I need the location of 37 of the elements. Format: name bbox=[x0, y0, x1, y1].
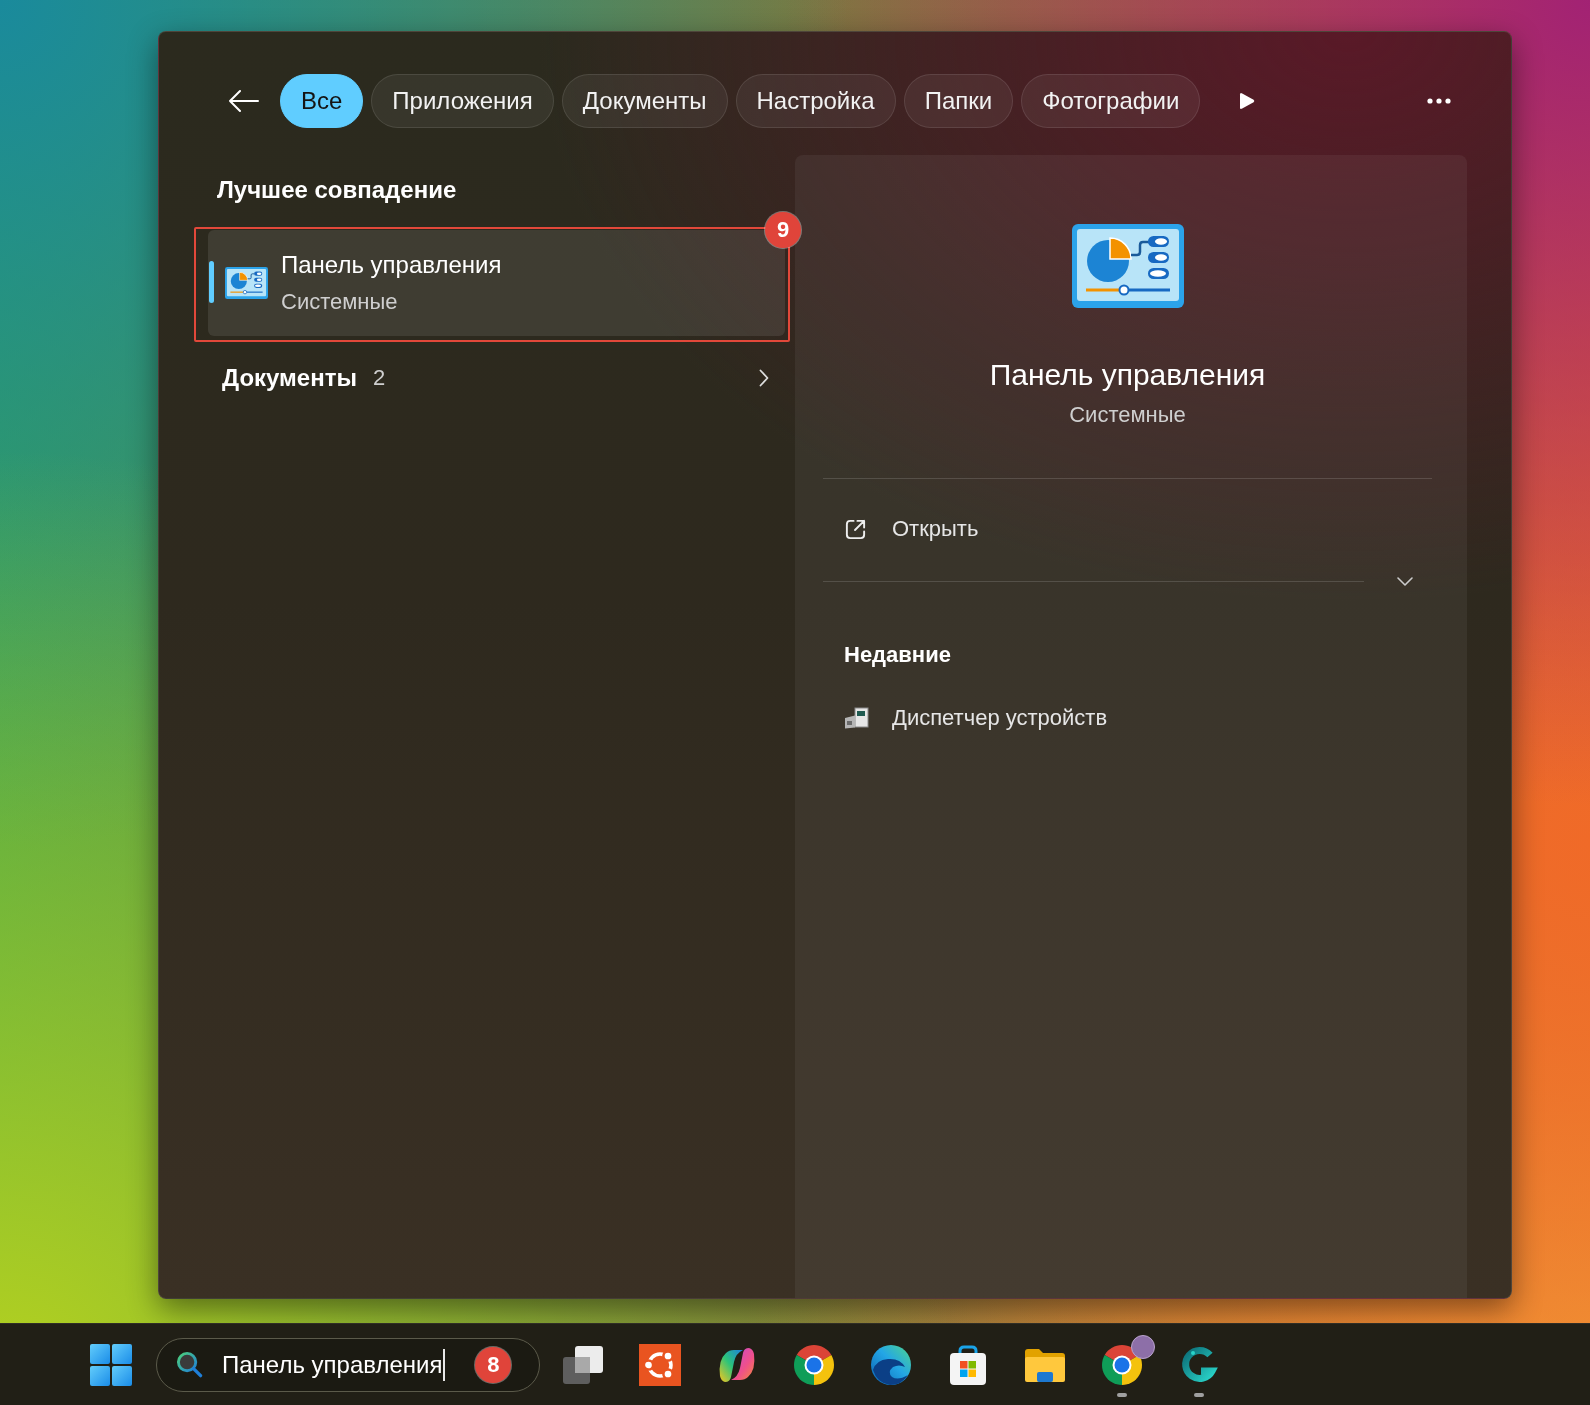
more-icon[interactable] bbox=[1427, 98, 1451, 104]
filter-tab[interactable]: Все bbox=[280, 74, 364, 128]
play-icon[interactable] bbox=[1239, 92, 1256, 110]
result-subtitle: Системные bbox=[281, 288, 398, 316]
profile-avatar bbox=[1130, 1334, 1155, 1359]
section-heading: Недавние bbox=[844, 641, 951, 669]
filter-tab[interactable]: Документы bbox=[561, 74, 728, 128]
result-title: Панель управления bbox=[281, 250, 502, 280]
chevron-right-icon bbox=[759, 369, 769, 387]
recent-item[interactable]: Диспетчер устройств bbox=[823, 698, 1120, 738]
chrome-icon[interactable] bbox=[1100, 1343, 1143, 1386]
filter-tab[interactable]: Приложения bbox=[371, 74, 554, 128]
category-row[interactable]: Документы 2 bbox=[208, 351, 785, 405]
ubuntu-icon[interactable] bbox=[638, 1343, 681, 1386]
start-icon[interactable] bbox=[90, 1343, 132, 1386]
details-subtitle: Системные bbox=[1069, 401, 1186, 429]
open-external-icon bbox=[844, 517, 867, 541]
selection-bar bbox=[209, 261, 214, 303]
open-action[interactable]: Открыть bbox=[823, 505, 991, 553]
step-number: 9 bbox=[765, 212, 801, 248]
section-heading: Лучшее совпадение bbox=[217, 175, 457, 205]
search-icon bbox=[176, 1351, 203, 1378]
task-view-icon[interactable] bbox=[561, 1343, 604, 1386]
device-icon bbox=[844, 706, 870, 730]
filter-tab[interactable]: Настройка bbox=[735, 74, 896, 128]
step-number: 8 bbox=[475, 1346, 512, 1383]
control-panel-icon bbox=[1071, 224, 1184, 308]
details-title: Панель управления bbox=[989, 357, 1266, 393]
edge-icon[interactable] bbox=[869, 1343, 912, 1386]
back-icon[interactable] bbox=[228, 89, 259, 113]
control-panel-icon bbox=[225, 267, 268, 299]
filter-tab[interactable]: Фотографии bbox=[1021, 74, 1201, 128]
filter-tab[interactable]: Папки bbox=[903, 74, 1014, 128]
chrome-icon[interactable] bbox=[792, 1343, 835, 1386]
chevron-down-icon[interactable] bbox=[1397, 576, 1413, 586]
result-count: 2 bbox=[372, 365, 386, 391]
search-field[interactable]: Панель управления 8 bbox=[156, 1337, 540, 1392]
